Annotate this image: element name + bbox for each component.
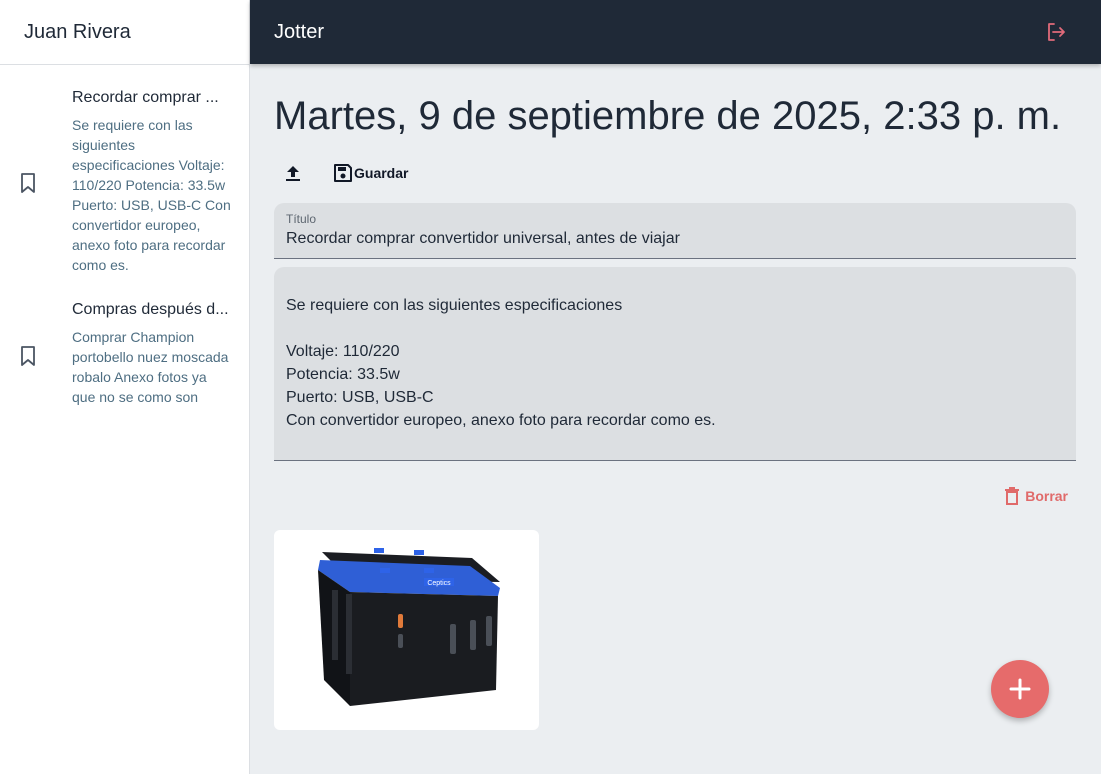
sidebar: Juan Rivera Recordar comprar ... Se requ… — [0, 0, 250, 774]
adapter-brand: Ceptics — [427, 580, 451, 587]
attached-image[interactable]: Ceptics — [274, 530, 539, 730]
body-line: Voltaje: 110/220 — [286, 343, 400, 360]
bookmark-icon[interactable] — [18, 172, 38, 194]
save-label: Guardar — [354, 165, 409, 181]
logout-icon[interactable] — [1045, 21, 1067, 43]
app-bar: Jotter — [250, 0, 1101, 64]
note-preview: Se requiere con las siguientes especific… — [72, 117, 231, 273]
note-title: Recordar comprar ... — [72, 89, 219, 106]
note-preview: Comprar Champion portobello nuez moscada… — [72, 329, 229, 405]
body-line: Potencia: 33.5w — [286, 366, 400, 383]
note-date-heading: Martes, 9 de septiembre de 2025, 2:33 p.… — [274, 94, 1062, 138]
upload-button[interactable] — [274, 162, 332, 184]
trash-icon — [1005, 487, 1020, 505]
note-list-item[interactable]: Compras después d... Comprar Champion po… — [0, 301, 249, 407]
editor-toolbar: Guardar — [274, 162, 408, 184]
body-textarea[interactable]: Se requiere con las siguientes especific… — [274, 267, 1076, 461]
title-field-label: Título — [286, 212, 317, 226]
delete-label: Borrar — [1025, 488, 1068, 504]
save-icon — [334, 164, 352, 182]
note-title: Compras después d... — [72, 301, 229, 318]
save-button[interactable]: Guardar — [332, 162, 408, 184]
note-list-item[interactable]: Recordar comprar ... Se requiere con las… — [0, 89, 249, 275]
delete-button[interactable]: Borrar — [1003, 486, 1068, 506]
body-line — [286, 317, 1064, 340]
body-line: Con convertidor europeo, anexo foto para… — [286, 412, 716, 429]
user-name: Juan Rivera — [0, 0, 249, 65]
bookmark-icon[interactable] — [18, 345, 38, 367]
body-line: Puerto: USB, USB-C — [286, 389, 434, 406]
body-line: Se requiere con las siguientes especific… — [286, 297, 623, 314]
upload-icon — [286, 166, 300, 181]
title-field[interactable]: Título Recordar comprar convertidor univ… — [274, 203, 1076, 259]
title-field-value[interactable]: Recordar comprar convertidor universal, … — [286, 230, 1064, 248]
travel-adapter-image: Ceptics — [318, 548, 500, 706]
add-note-button[interactable] — [991, 660, 1049, 718]
app-title: Jotter — [274, 20, 325, 43]
plus-icon — [1009, 678, 1031, 700]
